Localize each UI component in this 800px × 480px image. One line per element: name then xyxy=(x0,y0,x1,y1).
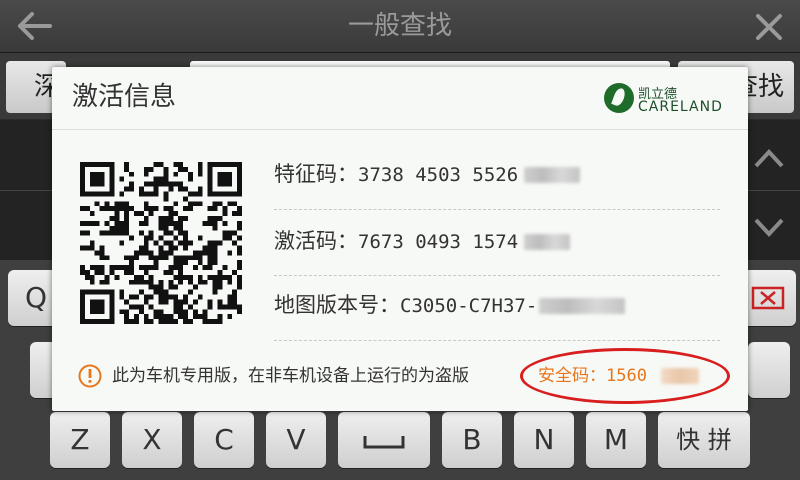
activation-code-row: 激活码：7673 0493 1574 xyxy=(274,226,720,256)
scroll-down-icon[interactable] xyxy=(752,216,786,240)
input-mode-label: 快 拼 xyxy=(676,426,732,454)
delete-icon xyxy=(751,286,785,310)
key-z[interactable]: Z xyxy=(50,412,110,468)
redacted-block xyxy=(524,167,581,183)
key-x[interactable]: X xyxy=(122,412,182,468)
info-divider xyxy=(274,275,720,276)
piracy-notice: 此为车机专用版，在非车机设备上运行的为盗版 xyxy=(112,366,469,386)
dialog-header: 激活信息 凯立德 CARELAND xyxy=(52,67,748,130)
delete-key[interactable] xyxy=(740,270,796,326)
activation-code-value: 7673 0493 1574 xyxy=(358,231,519,253)
map-version-row: 地图版本号：C3050-C7H37- xyxy=(274,290,720,320)
key-edge[interactable] xyxy=(748,342,790,398)
redacted-block xyxy=(539,298,626,314)
info-divider xyxy=(274,340,720,341)
qr-code xyxy=(80,162,242,324)
key-n[interactable]: N xyxy=(514,412,574,468)
highlight-ellipse xyxy=(520,348,730,404)
feature-code-row: 特征码：3738 4503 5526 xyxy=(274,159,720,189)
activation-dialog: 激活信息 凯立德 CARELAND 特征码：3738 4503 5526 激活码… xyxy=(52,67,748,411)
feature-code-label: 特征码： xyxy=(274,162,358,186)
key-m[interactable]: M xyxy=(586,412,646,468)
input-mode-key[interactable]: 快 拼 xyxy=(658,412,750,468)
logo-mark-icon xyxy=(604,83,634,113)
key-c[interactable]: C xyxy=(194,412,254,468)
activation-code-label: 激活码： xyxy=(274,229,358,253)
key-v[interactable]: V xyxy=(266,412,326,468)
top-bar: 一般查找 xyxy=(0,0,800,53)
map-version-value: C3050-C7H37- xyxy=(400,295,538,317)
feature-code-value: 3738 4503 5526 xyxy=(358,164,519,186)
map-version-label: 地图版本号： xyxy=(274,293,400,317)
info-divider xyxy=(274,209,720,210)
space-icon xyxy=(363,436,405,449)
close-icon[interactable] xyxy=(752,12,786,42)
space-key[interactable] xyxy=(338,412,430,468)
page-title: 一般查找 xyxy=(347,11,452,41)
dialog-title: 激活信息 xyxy=(72,82,177,112)
logo-en-text: CARELAND xyxy=(638,99,723,115)
redacted-block xyxy=(524,234,571,250)
warning-icon xyxy=(78,364,102,388)
scroll-up-icon[interactable] xyxy=(752,146,786,170)
key-b[interactable]: B xyxy=(442,412,502,468)
careland-logo: 凯立德 CARELAND xyxy=(600,79,730,119)
